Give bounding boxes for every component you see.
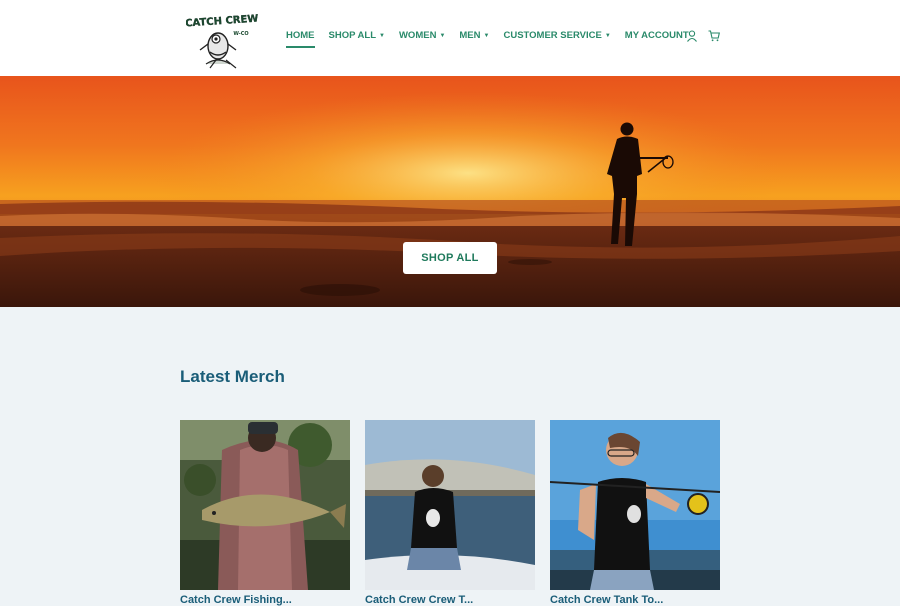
product-image-crew-tee — [365, 420, 535, 590]
nav-shop-all-label: SHOP ALL — [328, 30, 377, 41]
chevron-down-icon: ▼ — [483, 32, 490, 39]
nav-women[interactable]: WOMEN ▼ — [399, 30, 445, 41]
product-image-fishing-shirt — [180, 420, 350, 590]
product-card[interactable] — [365, 420, 535, 590]
product-title[interactable]: Catch Crew Tank To... — [550, 594, 720, 606]
user-icon[interactable] — [686, 29, 698, 42]
main-nav: HOME SHOP ALL ▼ WOMEN ▼ MEN ▼ CUSTOMER S… — [286, 30, 703, 48]
hero-shop-all-button[interactable]: SHOP ALL — [403, 242, 497, 274]
nav-my-account[interactable]: MY ACCOUNT — [625, 30, 689, 41]
hero-banner: SHOP ALL — [0, 76, 900, 307]
nav-home-label: HOME — [286, 30, 315, 41]
nav-men-label: MEN — [459, 30, 481, 41]
nav-home[interactable]: HOME — [286, 30, 315, 48]
chevron-down-icon: ▼ — [439, 32, 446, 39]
nav-customer-service-label: CUSTOMER SERVICE — [503, 30, 602, 41]
brand-logo[interactable]: CATCH CREW W-CO — [185, 6, 259, 70]
nav-women-label: WOMEN — [398, 30, 437, 41]
product-image-tank-top — [550, 420, 720, 590]
logo-subtext: W-CO — [233, 31, 248, 37]
header-icons — [686, 29, 730, 42]
nav-my-account-label: MY ACCOUNT — [624, 30, 689, 41]
site-header: CATCH CREW W-CO HOME SHOP ALL ▼ WOMEN ▼ … — [0, 0, 900, 76]
nav-customer-service[interactable]: CUSTOMER SERVICE ▼ — [503, 30, 610, 41]
cart-icon[interactable] — [708, 29, 720, 42]
product-card[interactable] — [180, 420, 350, 590]
product-title[interactable]: Catch Crew Crew T... — [365, 594, 535, 606]
chevron-down-icon: ▼ — [604, 32, 611, 39]
product-card[interactable] — [550, 420, 720, 590]
latest-merch-heading: Latest Merch — [180, 367, 285, 386]
logo-text: CATCH CREW — [186, 13, 258, 29]
chevron-down-icon: ▼ — [379, 32, 385, 39]
nav-shop-all[interactable]: SHOP ALL ▼ — [329, 30, 385, 41]
product-title[interactable]: Catch Crew Fishing... — [180, 594, 350, 606]
nav-men[interactable]: MEN ▼ — [459, 30, 489, 41]
